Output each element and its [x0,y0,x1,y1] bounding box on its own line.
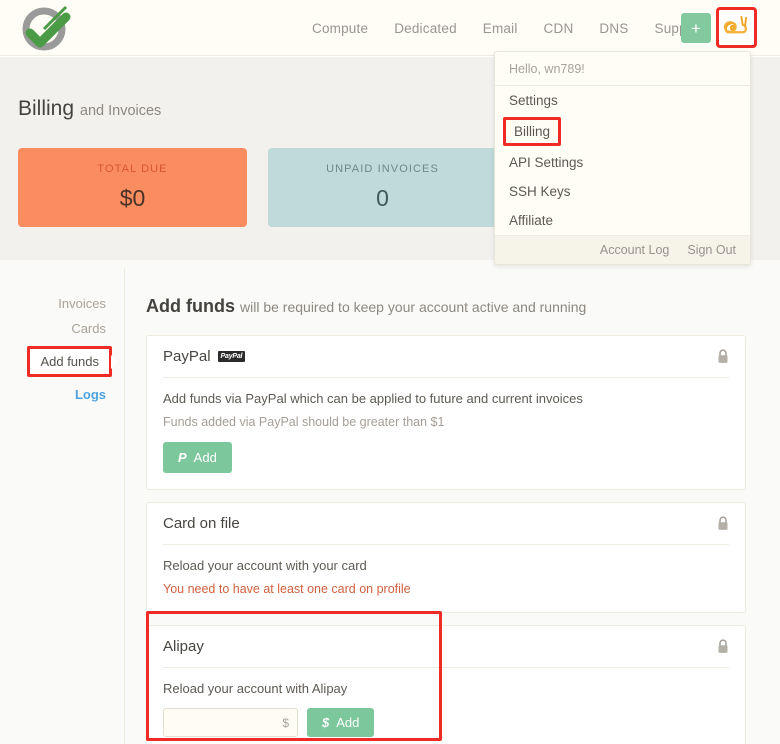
paypal-logo-icon: PayPal [218,351,246,362]
page-title: Billing and Invoices [18,97,161,121]
dropdown-item-api-settings[interactable]: API Settings [495,148,750,177]
card-on-file-title: Card on file [163,515,240,532]
main-panel: Add funds will be required to keep your … [146,296,746,744]
top-navigation-bar: Compute Dedicated Email CDN DNS Support … [0,0,780,56]
alipay-amount-input[interactable] [164,709,297,736]
account-dropdown-menu: Hello, wn789! Settings Billing API Setti… [494,51,751,265]
card-on-file-description: Reload your account with your card [163,558,729,573]
dropdown-item-settings[interactable]: Settings [495,86,750,115]
alipay-amount-field[interactable]: $ [163,708,298,737]
payment-card-card-on-file: Card on file Reload your account with yo… [146,502,746,613]
sidebar-item-add-funds[interactable]: Add funds [27,346,112,377]
nav-link-dns[interactable]: DNS [599,21,628,36]
alipay-description: Reload your account with Alipay [163,681,729,696]
sidebar-item-invoices[interactable]: Invoices [58,296,106,311]
dropdown-item-ssh-keys[interactable]: SSH Keys [495,177,750,206]
nav-link-email[interactable]: Email [483,21,518,36]
vertical-divider [124,268,125,744]
payment-card-alipay: Alipay Reload your account with Alipay $… [146,625,746,744]
alipay-add-button[interactable]: $ Add [307,708,374,737]
sidebar-item-add-funds-label: Add funds [40,354,99,369]
stat-card-unpaid-invoices: UNPAID INVOICES 0 [268,148,497,227]
logo-swoosh-icon[interactable] [14,3,76,53]
page-title-sub: and Invoices [80,103,161,119]
lock-icon [717,516,729,531]
nav-link-cdn[interactable]: CDN [544,21,574,36]
sign-out-link[interactable]: Sign Out [687,243,736,257]
avatar[interactable] [716,7,757,48]
stat-label-total-due: TOTAL DUE [97,163,167,175]
stat-value-unpaid-invoices: 0 [376,185,389,212]
paypal-note: Funds added via PayPal should be greater… [163,415,729,429]
main-heading-strong: Add funds [146,296,235,316]
sidebar-active-pointer-icon [111,355,118,369]
paypal-card-title: PayPal [163,348,211,365]
card-on-file-header: Card on file [163,503,729,545]
dropdown-item-affiliate[interactable]: Affiliate [495,206,750,235]
dropdown-item-billing[interactable]: Billing [503,117,561,146]
stat-card-total-due: TOTAL DUE $0 [18,148,247,227]
sidebar-item-logs[interactable]: Logs [75,387,106,402]
add-new-button[interactable]: + [681,13,711,43]
sidebar-item-cards[interactable]: Cards [71,321,106,336]
nav-link-compute[interactable]: Compute [312,21,368,36]
paypal-p-icon: P [178,450,187,465]
dollar-icon: $ [322,715,329,730]
lock-icon [717,639,729,654]
paypal-add-button[interactable]: P Add [163,442,232,473]
alipay-add-button-label: Add [336,715,359,730]
alipay-amount-row: $ $ Add [163,708,729,737]
account-log-link[interactable]: Account Log [600,243,670,257]
page-title-strong: Billing [18,97,74,120]
payment-card-paypal: PayPal PayPal Add funds via PayPal which… [146,335,746,490]
nav-link-dedicated[interactable]: Dedicated [394,21,457,36]
alipay-card-header: Alipay [163,626,729,668]
paypal-description: Add funds via PayPal which can be applie… [163,391,729,406]
nav-links: Compute Dedicated Email CDN DNS Support [312,0,703,56]
paypal-card-header: PayPal PayPal [163,336,729,378]
stat-label-unpaid-invoices: UNPAID INVOICES [326,163,439,175]
card-on-file-warning: You need to have at least one card on pr… [163,582,729,596]
alipay-card-title: Alipay [163,638,204,655]
dropdown-greeting: Hello, wn789! [495,52,750,86]
lock-icon [717,349,729,364]
dropdown-footer: Account Log Sign Out [495,235,750,264]
snail-avatar-icon [723,12,750,44]
paypal-add-button-label: Add [194,450,217,465]
stat-value-total-due: $0 [120,185,146,212]
main-heading-sub: will be required to keep your account ac… [240,299,586,315]
billing-sidebar: Invoices Cards Add funds Logs [0,296,122,402]
main-heading: Add funds will be required to keep your … [146,296,746,317]
